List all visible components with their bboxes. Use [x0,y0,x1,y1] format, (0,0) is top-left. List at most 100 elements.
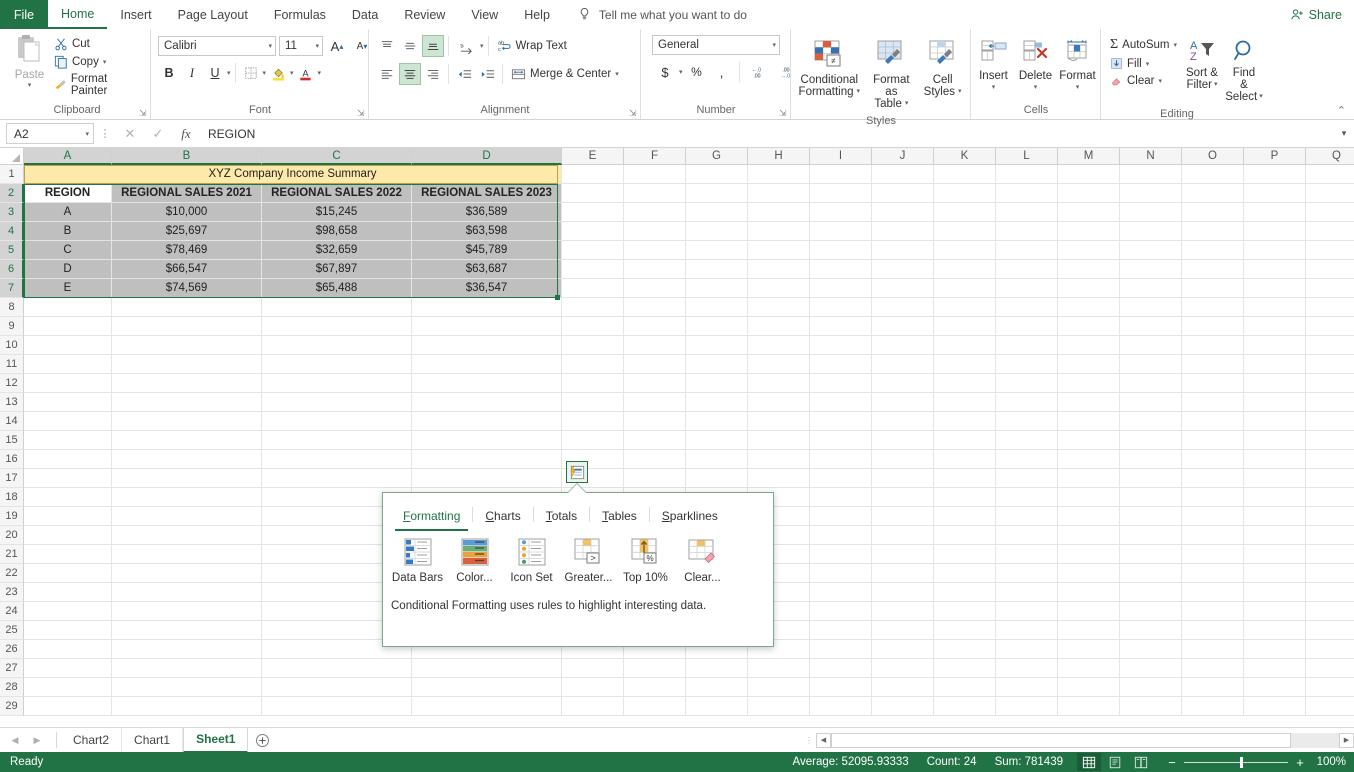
cell-O20[interactable] [1182,526,1244,545]
cell-styles-caret-icon[interactable]: ▾ [958,86,962,98]
status-sum[interactable]: Sum: 781439 [995,756,1063,768]
cell-I16[interactable] [810,450,872,469]
cell-E5[interactable] [562,241,624,260]
accounting-format-button[interactable]: $ [654,61,676,83]
cell-G1[interactable] [686,165,748,184]
cell-G14[interactable] [686,412,748,431]
cell-G2[interactable] [686,184,748,203]
scroll-left-button[interactable]: ◀ [816,732,831,748]
cell-J20[interactable] [872,526,934,545]
cell-E9[interactable] [562,317,624,336]
cell-Q16[interactable] [1306,450,1354,469]
cell-O29[interactable] [1182,697,1244,716]
zoom-slider-thumb[interactable] [1240,756,1243,768]
cell-J12[interactable] [872,374,934,393]
cell-C5[interactable]: $32,659 [262,241,412,260]
merge-center-caret-icon[interactable]: ▾ [615,70,619,78]
conditional-formatting-caret-icon[interactable]: ▾ [857,86,861,98]
scroll-right-button[interactable]: ▶ [1339,732,1354,748]
cell-N23[interactable] [1120,583,1182,602]
cell-L21[interactable] [996,545,1058,564]
cell-L9[interactable] [996,317,1058,336]
cell-I11[interactable] [810,355,872,374]
cell-G16[interactable] [686,450,748,469]
cell-O23[interactable] [1182,583,1244,602]
cell-P12[interactable] [1244,374,1306,393]
cell-D17[interactable] [412,469,562,488]
cell-I1[interactable] [810,165,872,184]
cell-C28[interactable] [262,678,412,697]
cell-A9[interactable] [24,317,112,336]
tab-insert[interactable]: Insert [107,0,164,29]
row-header-18[interactable]: 18 [0,488,24,507]
cell-M4[interactable] [1058,222,1120,241]
cell-H27[interactable] [748,659,810,678]
orientation-caret-icon[interactable]: ▾ [480,42,484,50]
font-dialog-launcher[interactable]: ⇲ [357,109,366,118]
cell-L16[interactable] [996,450,1058,469]
normal-view-button[interactable] [1077,753,1101,771]
conditional-formatting-button[interactable]: ≠ Conditional Formatting ▾ [796,36,863,101]
cell-C9[interactable] [262,317,412,336]
cell-M8[interactable] [1058,298,1120,317]
underline-button[interactable]: U [204,62,226,84]
cell-B11[interactable] [112,355,262,374]
row-header-22[interactable]: 22 [0,564,24,583]
row-header-28[interactable]: 28 [0,678,24,697]
row-header-3[interactable]: 3 [0,203,24,222]
zoom-slider-track[interactable] [1184,756,1288,768]
column-header-G[interactable]: G [686,148,748,165]
cell-L2[interactable] [996,184,1058,203]
cell-J22[interactable] [872,564,934,583]
cell-M11[interactable] [1058,355,1120,374]
cell-F1[interactable] [624,165,686,184]
cell-H6[interactable] [748,260,810,279]
cell-A4[interactable]: B [24,222,112,241]
paste-caret-icon[interactable]: ▾ [28,81,32,89]
cell-O16[interactable] [1182,450,1244,469]
row-header-27[interactable]: 27 [0,659,24,678]
cell-G9[interactable] [686,317,748,336]
cell-E27[interactable] [562,659,624,678]
column-header-H[interactable]: H [748,148,810,165]
cell-Q23[interactable] [1306,583,1354,602]
cell-H3[interactable] [748,203,810,222]
row-header-14[interactable]: 14 [0,412,24,431]
cell-D3[interactable]: $36,589 [412,203,562,222]
cell-P21[interactable] [1244,545,1306,564]
tell-me-box[interactable]: Tell me what you want to do [563,0,747,29]
cell-C27[interactable] [262,659,412,678]
cell-I2[interactable] [810,184,872,203]
tab-page-layout[interactable]: Page Layout [165,0,261,29]
cell-O10[interactable] [1182,336,1244,355]
fill-caret-icon[interactable]: ▾ [1146,60,1150,68]
cell-N19[interactable] [1120,507,1182,526]
cell-D14[interactable] [412,412,562,431]
cell-M21[interactable] [1058,545,1120,564]
cell-L12[interactable] [996,374,1058,393]
cell-G4[interactable] [686,222,748,241]
cell-Q5[interactable] [1306,241,1354,260]
cell-styles-button[interactable]: Cell Styles ▾ [920,36,965,101]
cell-B17[interactable] [112,469,262,488]
cell-B6[interactable]: $66,547 [112,260,262,279]
cell-F28[interactable] [624,678,686,697]
increase-indent-button[interactable] [476,63,498,85]
bold-button[interactable]: B [158,62,180,84]
select-all-corner[interactable] [0,148,24,165]
cell-A15[interactable] [24,431,112,450]
cell-K3[interactable] [934,203,996,222]
cell-E1[interactable] [562,165,624,184]
cell-A12[interactable] [24,374,112,393]
insert-cells-caret-icon[interactable]: ▾ [992,82,996,94]
cell-P17[interactable] [1244,469,1306,488]
cell-F12[interactable] [624,374,686,393]
cell-I6[interactable] [810,260,872,279]
horizontal-scroll-thumb[interactable] [831,732,1291,748]
cell-C15[interactable] [262,431,412,450]
cell-O14[interactable] [1182,412,1244,431]
font-size-combo[interactable]: 11 ▾ [279,36,323,56]
format-cells-caret-icon[interactable]: ▾ [1076,82,1080,94]
cell-K5[interactable] [934,241,996,260]
comma-format-button[interactable]: , [711,61,733,83]
